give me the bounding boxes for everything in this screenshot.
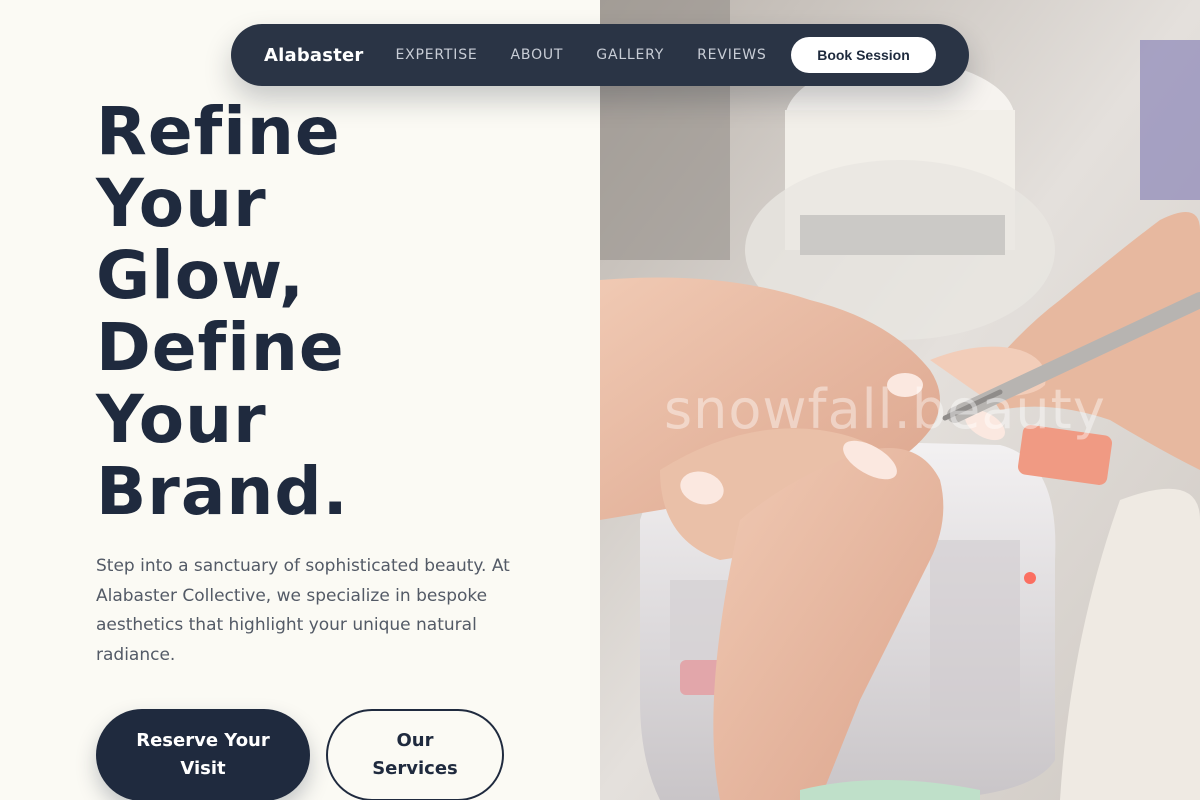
brand-logo[interactable]: Alabaster xyxy=(264,45,363,66)
nav-links: EXPERTISE ABOUT GALLERY REVIEWS xyxy=(395,47,799,63)
book-session-button[interactable]: Book Session xyxy=(791,37,936,73)
nav-link-about[interactable]: ABOUT xyxy=(511,47,564,63)
hero-title: Refine Your Glow, Define Your Brand. xyxy=(96,96,566,528)
hero-title-line: Brand. xyxy=(96,453,349,530)
hero-title-line: Refine xyxy=(96,93,341,170)
hero-title-line: Your xyxy=(96,165,267,242)
watermark-text: snowfall.beauty xyxy=(664,378,1106,441)
nav-link-expertise[interactable]: EXPERTISE xyxy=(395,47,477,63)
nav-link-reviews[interactable]: REVIEWS xyxy=(697,47,766,63)
hero-description: Step into a sanctuary of sophisticated b… xyxy=(96,556,510,665)
top-nav: Alabaster EXPERTISE ABOUT GALLERY REVIEW… xyxy=(231,24,969,86)
our-services-button[interactable]: Our Services xyxy=(326,709,504,800)
hero-title-line: Define xyxy=(96,309,345,386)
reserve-visit-button[interactable]: Reserve Your Visit xyxy=(96,709,310,800)
hero-title-line: Glow, xyxy=(96,237,305,314)
nav-link-gallery[interactable]: GALLERY xyxy=(596,47,664,63)
hero-title-line: Your xyxy=(96,381,267,458)
